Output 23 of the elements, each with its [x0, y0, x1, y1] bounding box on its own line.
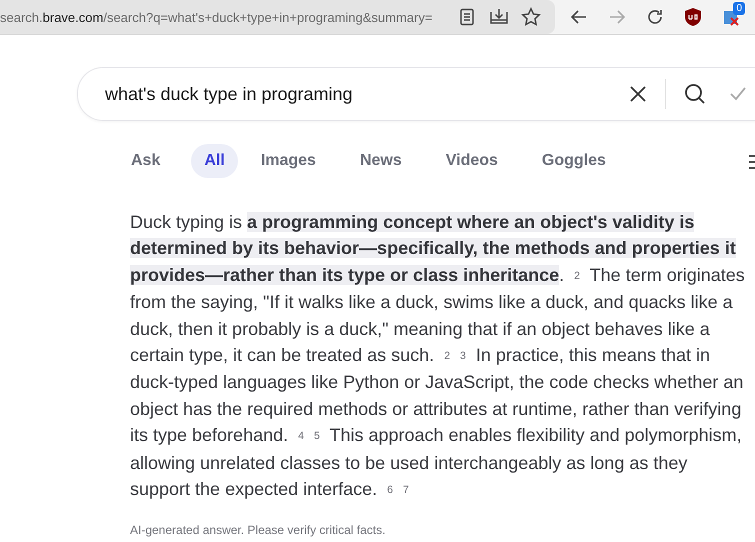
disclaimer-text: AI-generated answer. Please verify critical facts. — [130, 523, 386, 538]
address-bar[interactable]: search.brave.com/search?q=what's+duck+type+in+programing&summary= — [0, 0, 555, 34]
citation-link[interactable]: 3 — [455, 350, 471, 362]
search-tab[interactable]: News — [346, 144, 415, 178]
citation-link[interactable]: 5 — [308, 430, 325, 442]
search-tab[interactable]: Ask — [118, 144, 174, 178]
citation-link[interactable]: 6 — [382, 484, 398, 496]
citation-link[interactable]: 2 — [569, 270, 585, 282]
clear-icon[interactable] — [629, 85, 647, 103]
citation-link[interactable]: 4 — [293, 430, 309, 442]
check-icon[interactable] — [730, 87, 746, 101]
search-tab[interactable]: All — [191, 144, 238, 178]
menu-icon[interactable] — [749, 154, 755, 170]
search-field[interactable]: what's duck type in programing — [77, 67, 755, 121]
extension-badge: 0 — [733, 2, 745, 15]
search-tab[interactable]: Goggles — [528, 144, 619, 178]
citation-link[interactable]: 2 — [439, 350, 456, 362]
search-tab[interactable]: Videos — [432, 144, 511, 178]
search-input[interactable]: what's duck type in programing — [78, 82, 617, 106]
url-text: search.brave.com/search?q=what's+duck+type+in+programing&summary= — [0, 10, 434, 24]
search-tab[interactable]: Images — [248, 144, 329, 178]
search-icon[interactable] — [684, 83, 706, 105]
citation-link[interactable]: 7 — [398, 484, 414, 496]
